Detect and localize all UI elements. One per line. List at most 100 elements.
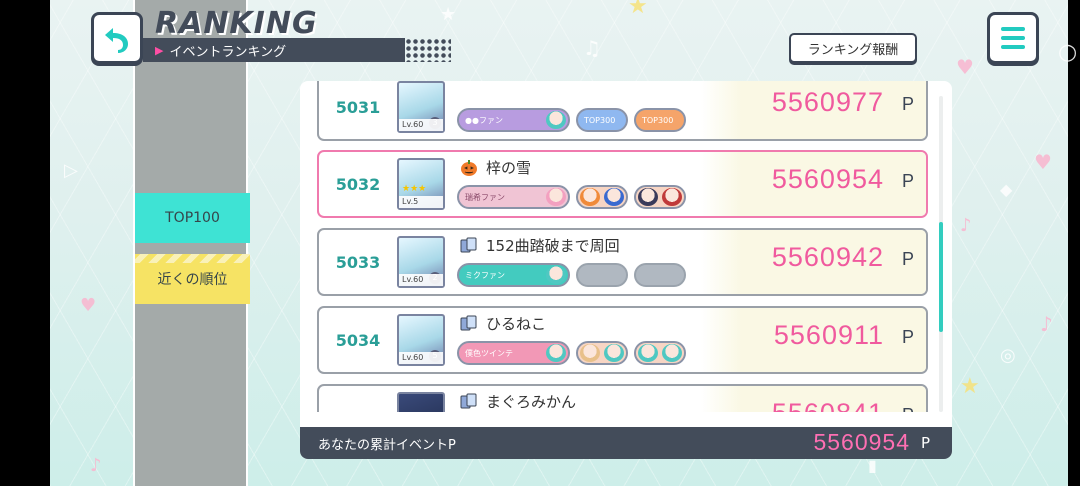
music-note-deco-icon: ♪ xyxy=(90,455,102,476)
avatar[interactable]: 3 Lv.60 xyxy=(397,81,445,133)
music-note-deco-icon: ♪ xyxy=(1040,312,1053,336)
points-unit: P xyxy=(902,405,914,412)
player-level: Lv.60 xyxy=(399,352,443,364)
headphones-deco-icon: ♫ xyxy=(583,36,601,60)
badge-text: TOP300 xyxy=(584,115,616,125)
back-button[interactable] xyxy=(91,12,143,64)
triangle-right-icon: ▶ xyxy=(155,43,164,57)
points-unit: P xyxy=(901,171,914,191)
rank-number: 5032 xyxy=(335,174,381,194)
diamond-deco-icon: ◆ xyxy=(1000,180,1013,199)
title-badge xyxy=(634,341,686,365)
ranking-row[interactable]: 5033 2 Lv.60 152曲踏破まで周回 ミクファン 5560942 P xyxy=(317,228,928,296)
player-name: ひるねこ xyxy=(486,315,547,333)
badge-text: ●●ファン xyxy=(465,115,503,125)
ranking-sidebar: TOP100 近くの順位 xyxy=(133,0,250,486)
ranking-list[interactable]: 5031 3 Lv.60 ●●ファン TOP300 TOP300 5560977… xyxy=(300,81,952,412)
character-icon xyxy=(638,344,658,362)
page-subtitle: ▶ イベントランキング xyxy=(143,38,451,62)
menu-button[interactable] xyxy=(987,12,1039,64)
star-badge-deco-icon: ★ xyxy=(628,0,648,19)
hamburger-line xyxy=(1001,36,1025,40)
character-icon xyxy=(546,344,566,362)
character-icon xyxy=(546,188,566,206)
back-arrow-icon xyxy=(105,28,128,53)
ranking-row-self[interactable]: 5032 ★★★ Lv.5 梓の雪 瑞希ファン 5560954 P xyxy=(317,150,928,218)
player-level: Lv.60 xyxy=(399,119,443,131)
character-icon xyxy=(546,111,566,129)
event-points: 5560954 xyxy=(771,164,884,194)
scrollbar-thumb[interactable] xyxy=(939,222,943,332)
player-name: まぐろみかん xyxy=(486,393,577,411)
right-letterbox xyxy=(1068,0,1080,486)
ranking-row[interactable]: 5035 まぐろみかん 5560841 P xyxy=(317,384,928,412)
tab-nearby-rank[interactable]: 近くの順位 xyxy=(135,254,250,304)
title-badge: 僕色ツインテ xyxy=(457,341,570,365)
character-icon xyxy=(604,344,624,362)
title-badges: 瑞希ファン xyxy=(457,185,686,209)
rank-number: 5034 xyxy=(335,330,381,350)
heart-deco-icon: ♥ xyxy=(1034,150,1052,174)
rank-number: 5035 xyxy=(319,386,397,413)
music-note-deco-icon: ♪ xyxy=(960,215,972,236)
scrollbar[interactable] xyxy=(939,96,943,412)
rank-number: 5033 xyxy=(335,252,381,272)
title-badge xyxy=(576,185,628,209)
heart-deco-icon: ♥ xyxy=(80,295,97,316)
ranking-row[interactable]: 5034 5 Lv.60 ひるねこ 僕色ツインテ 5560911 P xyxy=(317,306,928,374)
left-letterbox xyxy=(0,0,50,486)
circle-deco-icon: ○ xyxy=(1058,40,1078,65)
ranking-row[interactable]: 5031 3 Lv.60 ●●ファン TOP300 TOP300 5560977… xyxy=(317,81,928,141)
avatar[interactable]: 5 Lv.60 xyxy=(397,314,445,366)
rank-number: 5031 xyxy=(335,97,381,117)
heart-deco-icon: ♥ xyxy=(956,55,974,79)
badge-text: TOP300 xyxy=(642,115,674,125)
rarity-star-icon: ★★★ xyxy=(402,184,427,194)
points-unit: P xyxy=(901,327,914,347)
hamburger-icon xyxy=(1001,27,1025,31)
title-badges: ミクファン xyxy=(457,263,686,287)
character-icon xyxy=(580,344,600,362)
character-icon xyxy=(662,188,682,206)
player-name: 152曲踏破まで周回 xyxy=(486,237,620,255)
points-unit: P xyxy=(901,94,914,114)
avatar[interactable]: 2 Lv.60 xyxy=(397,236,445,288)
event-points: 5560977 xyxy=(771,87,884,117)
hamburger-line xyxy=(1001,45,1025,49)
triangle-deco-icon: ▷ xyxy=(64,160,78,181)
empty-badge-slot xyxy=(634,263,686,287)
title-badges: ●●ファン TOP300 TOP300 xyxy=(457,108,686,132)
tab-top100[interactable]: TOP100 xyxy=(135,193,250,243)
player-name: 梓の雪 xyxy=(486,159,532,177)
title-badge xyxy=(576,341,628,365)
cards-icon xyxy=(459,236,479,256)
badge-text: 瑞希ファン xyxy=(465,192,505,202)
disc-deco-icon: ◎ xyxy=(1000,345,1016,366)
title-badge: 瑞希ファン xyxy=(457,185,570,209)
points-unit: P xyxy=(901,249,914,269)
event-points: 5560841 xyxy=(772,398,884,412)
character-icon xyxy=(662,344,682,362)
page-subtitle-text: イベントランキング xyxy=(169,44,287,60)
ranking-panel: 5031 3 Lv.60 ●●ファン TOP300 TOP300 5560977… xyxy=(300,81,952,459)
event-points: 5560942 xyxy=(771,242,884,272)
my-total-points-unit: P xyxy=(920,434,930,452)
star-deco-icon: ★ xyxy=(440,4,457,25)
my-total-points-label: あなたの累計イベントP xyxy=(318,438,456,453)
title-badge: ●●ファン xyxy=(457,108,570,132)
title-badge: ミクファン xyxy=(457,263,570,287)
character-icon xyxy=(638,188,658,206)
pumpkin-icon xyxy=(459,158,479,178)
player-level: Lv.60 xyxy=(399,274,443,286)
cards-icon xyxy=(459,314,479,334)
star-badge-deco-icon: ★ xyxy=(960,374,980,399)
ranking-reward-button[interactable]: ランキング報酬 xyxy=(789,33,917,63)
avatar[interactable]: ★★★ Lv.5 xyxy=(397,158,445,210)
tab-nearby-rank-label: 近くの順位 xyxy=(157,272,228,288)
character-icon xyxy=(604,188,624,206)
empty-badge-slot xyxy=(576,263,628,287)
my-total-points-value: 5560954 xyxy=(813,429,910,455)
badge-text: 僕色ツインテ xyxy=(465,348,513,358)
avatar[interactable] xyxy=(397,392,445,412)
badge-text: ミクファン xyxy=(465,270,505,280)
